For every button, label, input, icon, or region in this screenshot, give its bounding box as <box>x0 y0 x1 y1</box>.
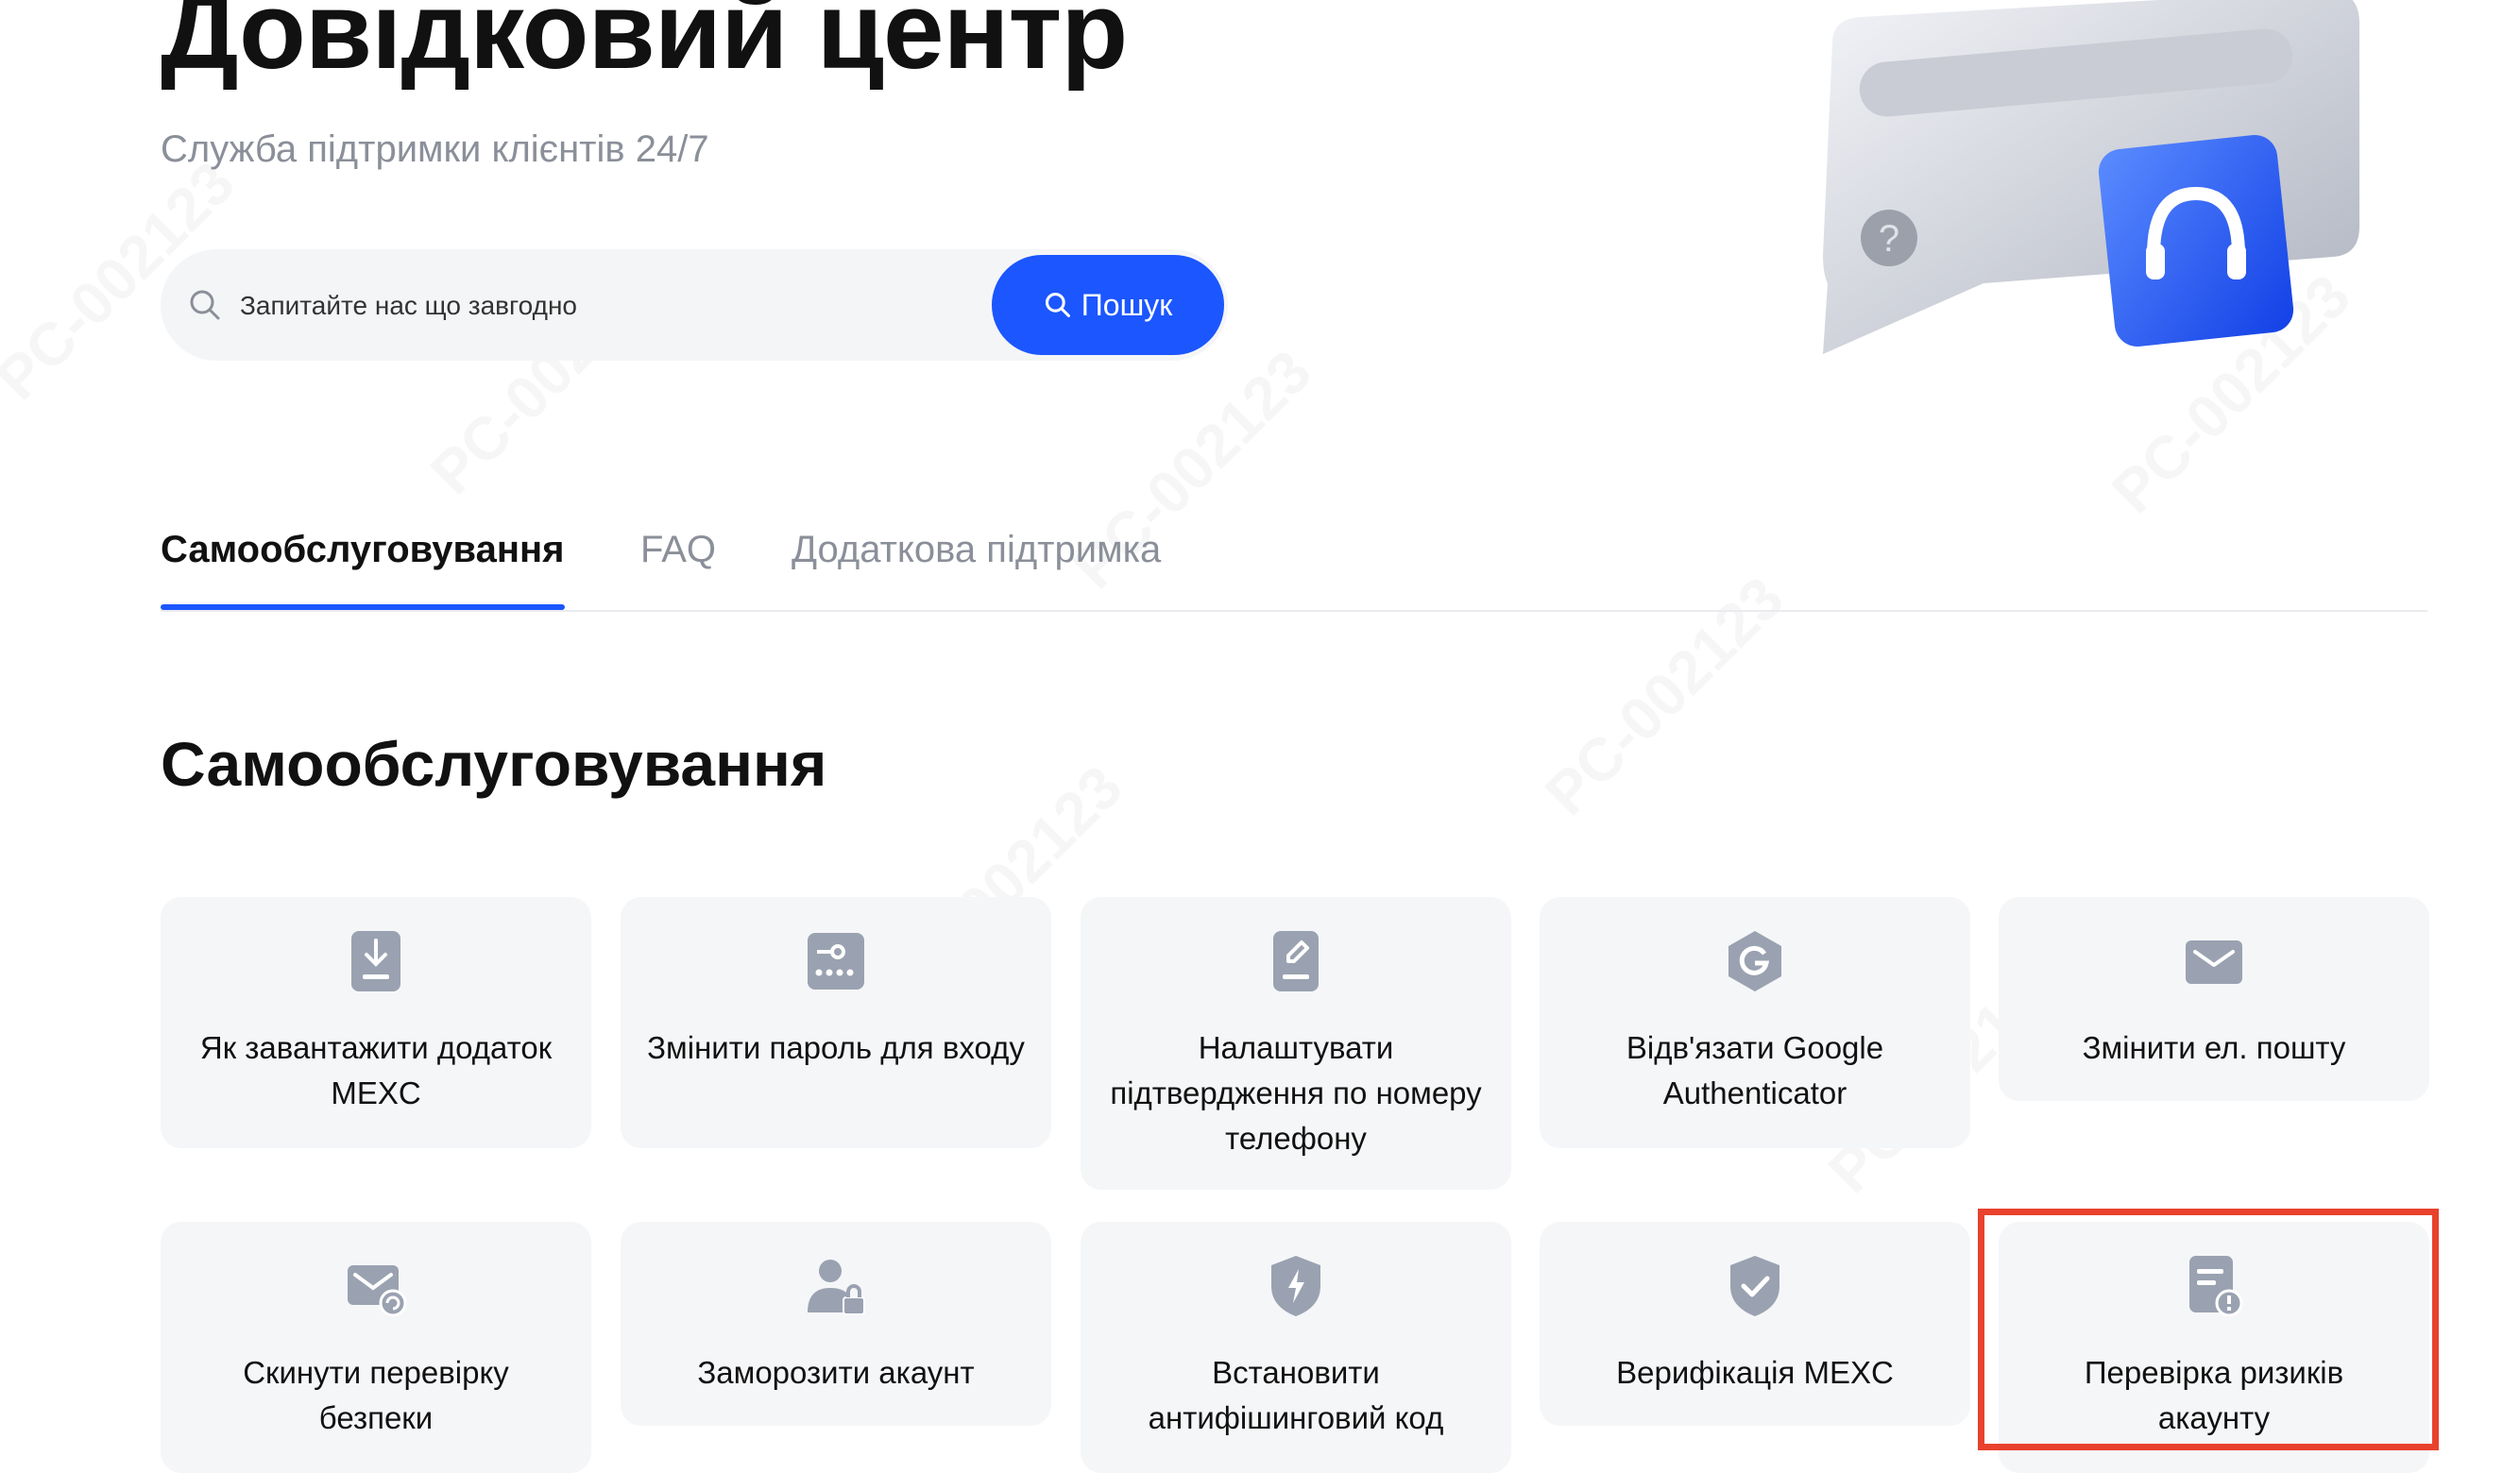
tab-bar: Самообслуговування FAQ Додаткова підтрим… <box>161 529 2427 612</box>
card-change-email[interactable]: Змінити ел. пошту <box>1999 897 2429 1101</box>
card-unbind-google-auth[interactable]: Відв'язати Google Authenticator <box>1540 897 1970 1148</box>
freeze-account-icon <box>808 1260 865 1315</box>
card-freeze-account[interactable]: Заморозити акаунт <box>621 1222 1051 1426</box>
section-title: Самообслуговування <box>161 729 827 799</box>
card-reset-security[interactable]: Скинути перевірку безпеки <box>161 1222 591 1473</box>
security-reset-icon <box>348 1265 406 1317</box>
card-antiphishing-code[interactable]: Встановити антифішинговий код <box>1081 1222 1511 1473</box>
download-app-icon <box>351 931 400 991</box>
search-input[interactable] <box>238 272 1092 340</box>
svg-text:?: ? <box>1879 218 1899 260</box>
card-label: Перевірка ризиків акаунту <box>2084 1355 2344 1435</box>
search-bar: Пошук <box>161 249 1228 361</box>
page-subtitle: Служба підтримки клієнтів 24/7 <box>161 128 709 170</box>
card-label: Встановити антифішинговий код <box>1148 1355 1444 1435</box>
password-icon <box>808 933 864 990</box>
search-icon <box>190 290 220 320</box>
antiphishing-shield-icon <box>1271 1256 1320 1316</box>
card-phone-verification[interactable]: Налаштувати підтвердження по номеру теле… <box>1081 897 1511 1190</box>
tab-faq[interactable]: FAQ <box>640 529 716 608</box>
card-label: Як завантажити додаток MEXC <box>199 1030 553 1110</box>
card-account-risk-check[interactable]: Перевірка ризиків акаунту <box>1999 1222 2429 1473</box>
card-label: Налаштувати підтвердження по номеру теле… <box>1110 1030 1482 1156</box>
email-icon <box>2186 940 2242 984</box>
support-illustration: ? <box>1823 0 2359 354</box>
tab-additional-support[interactable]: Додаткова підтримка <box>792 529 1161 608</box>
card-label: Заморозити акаунт <box>697 1355 975 1390</box>
card-label: Скинути перевірку безпеки <box>243 1355 509 1435</box>
google-authenticator-icon <box>1728 931 1781 991</box>
card-label: Відв'язати Google Authenticator <box>1626 1030 1884 1110</box>
active-tab-indicator <box>161 604 565 610</box>
card-label: Верифікація MEXC <box>1616 1355 1894 1390</box>
tab-self-service[interactable]: Самообслуговування <box>161 529 564 608</box>
card-label: Змінити пароль для входу <box>647 1030 1025 1065</box>
page-title: Довідковий центр <box>161 0 1128 92</box>
phone-edit-icon <box>1273 931 1319 991</box>
card-mexc-verification[interactable]: Верифікація MEXC <box>1540 1222 1970 1426</box>
search-button[interactable]: Пошук <box>992 255 1224 355</box>
card-change-password[interactable]: Змінити пароль для входу <box>621 897 1051 1148</box>
card-label: Змінити ел. пошту <box>2082 1030 2346 1065</box>
search-button-label: Пошук <box>1081 287 1173 322</box>
verification-shield-icon <box>1730 1256 1779 1316</box>
card-download-app[interactable]: Як завантажити додаток MEXC <box>161 897 591 1148</box>
risk-check-icon <box>2189 1256 2243 1317</box>
search-icon <box>1045 292 1070 318</box>
